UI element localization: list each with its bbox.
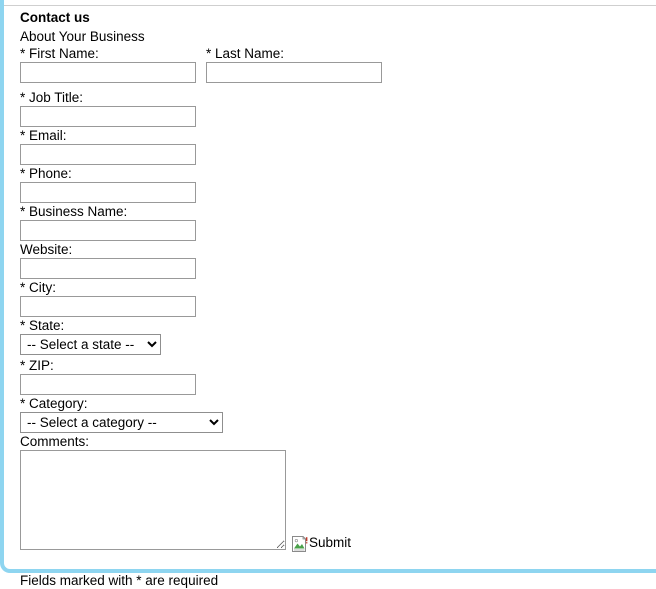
job-title-label: * Job Title: [20, 90, 84, 105]
job-title-group: * Job Title: [20, 89, 640, 127]
city-group: * City: [20, 279, 640, 317]
website-input[interactable] [20, 258, 196, 279]
top-divider [4, 5, 656, 6]
comments-row: Submit [20, 450, 640, 556]
website-group: Website: [20, 241, 640, 279]
section-subtitle: About Your Business [20, 29, 145, 44]
phone-label: * Phone: [20, 166, 72, 181]
name-row: * First Name: * Last Name: [20, 45, 640, 89]
contact-form-content: Contact us About Your Business * First N… [20, 10, 640, 589]
phone-input[interactable] [20, 182, 196, 203]
business-name-input[interactable] [20, 220, 196, 241]
comments-label: Comments: [20, 434, 90, 449]
zip-group: * ZIP: [20, 357, 640, 395]
state-label: * State: [20, 318, 65, 333]
last-name-label: * Last Name: [206, 46, 285, 61]
last-name-group: * Last Name: [206, 45, 382, 83]
required-fields-note: Fields marked with * are required [20, 573, 219, 588]
category-label: * Category: [20, 396, 88, 411]
business-name-group: * Business Name: [20, 203, 640, 241]
zip-label: * ZIP: [20, 358, 54, 373]
submit-button-label: Submit [309, 535, 352, 550]
last-name-input[interactable] [206, 62, 382, 83]
job-title-input[interactable] [20, 106, 196, 127]
submit-button[interactable]: Submit [292, 534, 352, 552]
comments-group: Comments: Submit [20, 433, 640, 556]
first-name-label: * First Name: [20, 46, 99, 61]
email-input[interactable] [20, 144, 196, 165]
state-select[interactable]: -- Select a state -- [20, 334, 161, 355]
first-name-input[interactable] [20, 62, 196, 83]
category-select[interactable]: -- Select a category -- [20, 412, 223, 433]
website-label: Website: [20, 242, 73, 257]
zip-input[interactable] [20, 374, 196, 395]
email-group: * Email: [20, 127, 640, 165]
broken-image-icon [292, 535, 308, 552]
first-name-group: * First Name: [20, 45, 196, 83]
phone-group: * Phone: [20, 165, 640, 203]
comments-textarea[interactable] [20, 450, 286, 550]
email-label: * Email: [20, 128, 67, 143]
page-title: Contact us [20, 10, 90, 25]
city-input[interactable] [20, 296, 196, 317]
state-group: * State: -- Select a state -- [20, 317, 640, 355]
business-name-label: * Business Name: [20, 204, 128, 219]
category-group: * Category: -- Select a category -- [20, 395, 640, 433]
city-label: * City: [20, 280, 57, 295]
